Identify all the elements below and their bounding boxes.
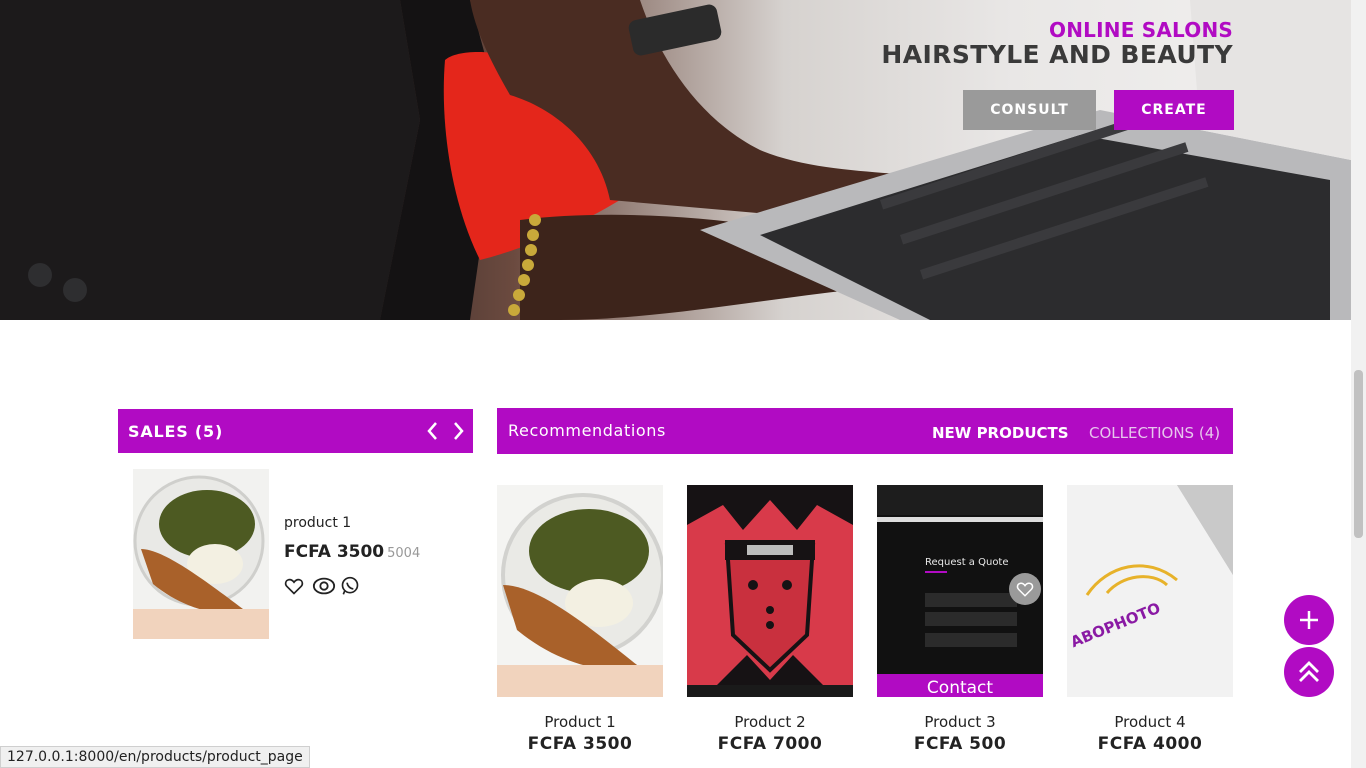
product-image[interactable] (687, 485, 853, 697)
sale-product-price: FCFA 3500 5004 (284, 542, 420, 562)
eye-icon[interactable] (312, 576, 336, 596)
product-price: FCFA 3500 (527, 734, 633, 754)
scrollbar-thumb[interactable] (1354, 370, 1363, 538)
sales-header: SALES (5) (118, 409, 473, 453)
sale-actions (284, 576, 360, 596)
product-image-caption: Request a Quote (925, 557, 1009, 568)
product-card[interactable]: ABOPHOTO Product 4 FCFA 4000 (1067, 485, 1233, 754)
sale-item: product 1 FCFA 3500 5004 (133, 469, 463, 639)
chevron-right-icon[interactable] (448, 419, 468, 443)
product-image[interactable] (497, 485, 663, 697)
whatsapp-icon[interactable] (340, 576, 360, 596)
product-card[interactable]: Request a Quote Contact Product 3 FCFA 5… (877, 485, 1043, 754)
product-image[interactable]: ABOPHOTO (1067, 485, 1233, 697)
add-button[interactable] (1284, 595, 1334, 645)
hero-title: HAIRSTYLE AND BEAUTY (881, 40, 1233, 69)
sale-product-image[interactable] (133, 469, 269, 639)
product-image[interactable]: Request a Quote Contact (877, 485, 1043, 697)
scrollbar[interactable] (1351, 0, 1366, 768)
recommendations-header: Recommendations NEW PRODUCTS COLLECTIONS… (497, 408, 1233, 454)
tab-collections[interactable]: COLLECTIONS (4) (1089, 424, 1220, 442)
product-price: FCFA 4000 (1097, 734, 1203, 754)
contact-button[interactable]: Contact (877, 674, 1043, 697)
scroll-to-top-button[interactable] (1284, 647, 1334, 697)
recommendations-title: Recommendations (508, 421, 666, 440)
create-button[interactable]: CREATE (1114, 90, 1234, 130)
plus-icon (1300, 611, 1318, 629)
product-name[interactable]: Product 2 (687, 713, 853, 731)
consult-button[interactable]: CONSULT (963, 90, 1096, 130)
sale-product-name[interactable]: product 1 (284, 515, 351, 531)
hero-banner: ONLINE SALONS HAIRSTYLE AND BEAUTY CONSU… (0, 0, 1351, 320)
product-price: FCFA 500 (913, 734, 1007, 754)
sale-price-value: FCFA 3500 (284, 542, 385, 562)
tab-new-products[interactable]: NEW PRODUCTS (932, 424, 1069, 442)
product-name[interactable]: Product 4 (1067, 713, 1233, 731)
hero-subtitle: ONLINE SALONS (1049, 18, 1233, 42)
hero-text: ONLINE SALONS HAIRSTYLE AND BEAUTY (881, 18, 1233, 69)
product-card[interactable]: Product 1 FCFA 3500 (497, 485, 663, 754)
sales-title: SALES (5) (128, 421, 224, 441)
product-name[interactable]: Product 1 (497, 713, 663, 731)
heart-icon[interactable] (284, 576, 304, 596)
status-bar-url: 127.0.0.1:8000/en/products/product_page (0, 746, 310, 768)
heart-icon[interactable] (1009, 573, 1041, 605)
product-card[interactable]: Product 2 FCFA 7000 (687, 485, 853, 754)
product-name[interactable]: Product 3 (877, 713, 1043, 731)
product-price: FCFA 7000 (717, 734, 823, 754)
chevron-left-icon[interactable] (423, 419, 443, 443)
page: ONLINE SALONS HAIRSTYLE AND BEAUTY CONSU… (0, 0, 1366, 768)
double-chevron-up-icon (1299, 661, 1319, 682)
sale-old-price: 5004 (387, 546, 421, 561)
